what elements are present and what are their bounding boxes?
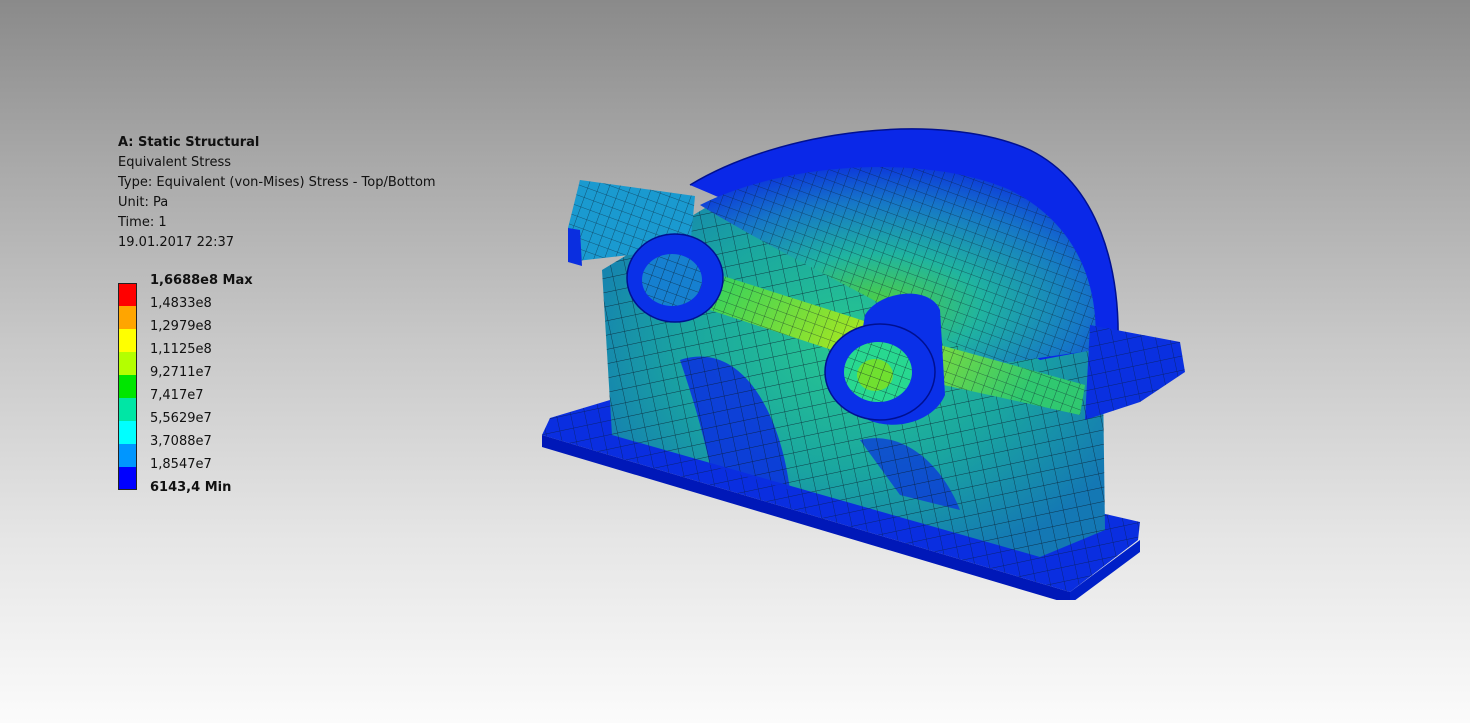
legend-label: 1,2979e8 <box>150 319 212 334</box>
legend-label: 1,4833e8 <box>150 296 212 311</box>
time-label: Time: 1 <box>118 215 167 230</box>
result-info-block: A: Static Structural Equivalent Stress T… <box>118 133 436 253</box>
unit-label: Unit: Pa <box>118 195 169 210</box>
legend-label: 7,417e7 <box>150 388 204 403</box>
legend-swatch <box>118 398 137 421</box>
result-name-label: Equivalent Stress <box>118 155 232 170</box>
timestamp-label: 19.01.2017 22:37 <box>118 235 235 250</box>
legend-swatch <box>118 352 137 375</box>
left-bearing-boss[interactable] <box>626 233 724 323</box>
legend-swatch <box>118 375 137 398</box>
legend-max-label: 1,6688e8 Max <box>150 273 253 288</box>
right-flange[interactable] <box>1085 325 1185 420</box>
legend-swatch <box>118 306 137 329</box>
legend-swatch <box>118 329 137 352</box>
legend-swatch <box>118 467 137 490</box>
legend-label: 5,5629e7 <box>150 411 212 426</box>
legend-label: 1,1125e8 <box>150 342 212 357</box>
result-type-label: Type: Equivalent (von-Mises) Stress - To… <box>118 175 436 190</box>
legend-swatch <box>118 283 137 306</box>
legend-label: 3,7088e7 <box>150 434 212 449</box>
legend-min-label: 6143,4 Min <box>150 480 232 495</box>
legend-label: 1,8547e7 <box>150 457 212 472</box>
legend-swatch <box>118 421 137 444</box>
fea-mesh-model[interactable] <box>520 110 1190 600</box>
graphics-viewport[interactable]: A: Static Structural Equivalent Stress T… <box>0 0 1470 723</box>
analysis-system-label: A: Static Structural <box>118 135 260 150</box>
legend-swatch <box>118 444 137 467</box>
legend-label: 9,2711e7 <box>150 365 212 380</box>
